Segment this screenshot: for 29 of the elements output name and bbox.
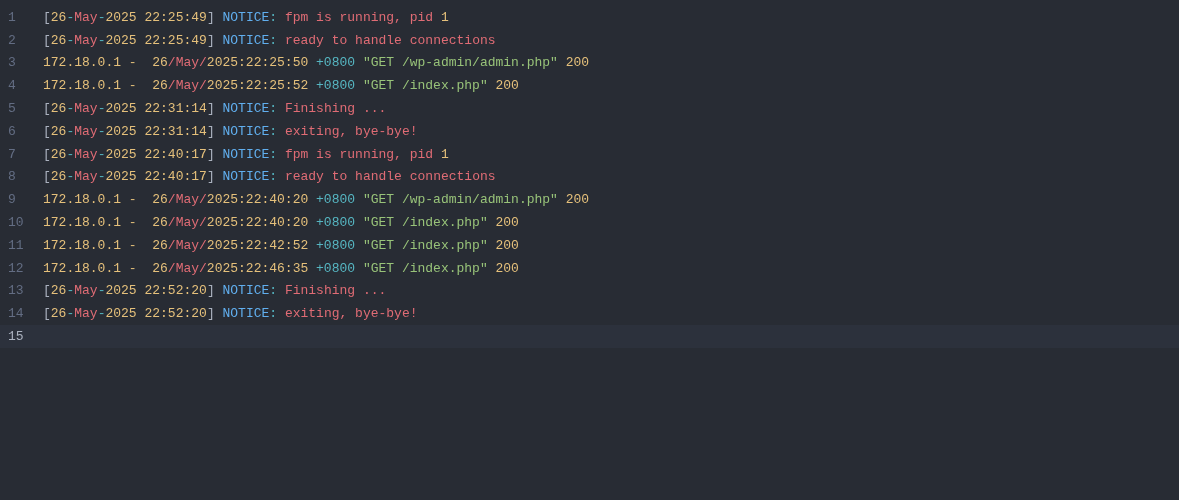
- log-line: 172.18.0.1 - 26/May/2025:22:25:52 +0800 "GET /index.php" 200: [43, 78, 519, 94]
- line-number: 12: [7, 260, 25, 276]
- log-line: 172.18.0.1 - 26/May/2025:22:46:35 +0800 "GET /index.php" 200: [43, 260, 519, 276]
- log-line: 172.18.0.1 - 26/May/2025:22:40:20 +0800 "GET /wp-admin/admin.php" 200: [43, 192, 590, 208]
- line-number: 2: [7, 32, 17, 48]
- line-number: 10: [7, 215, 25, 231]
- log-line: [26-May-2025 22:52:20] NOTICE: exiting, bye-bye!: [43, 306, 418, 322]
- line-number: 9: [7, 192, 17, 208]
- log-line: 172.18.0.1 - 26/May/2025:22:40:20 +0800 "GET /index.php" 200: [43, 215, 519, 231]
- line-number: 5: [7, 101, 17, 117]
- log-line: [26-May-2025 22:31:14] NOTICE: Finishing ...: [43, 101, 387, 117]
- line-number: 13: [7, 283, 25, 299]
- log-line: 172.18.0.1 - 26/May/2025:22:25:50 +0800 "GET /wp-admin/admin.php" 200: [43, 55, 590, 71]
- log-line: [26-May-2025 22:40:17] NOTICE: fpm is running, pid 1: [43, 146, 449, 162]
- log-line: [26-May-2025 22:25:49] NOTICE: ready to handle connections: [43, 32, 496, 48]
- line-number: 1: [7, 9, 17, 25]
- log-line: [26-May-2025 22:25:49] NOTICE: fpm is running, pid 1: [43, 9, 449, 25]
- line-number: 4: [7, 78, 17, 94]
- log-line: [26-May-2025 22:31:14] NOTICE: exiting, bye-bye!: [43, 123, 418, 139]
- line-number: 11: [7, 237, 25, 253]
- line-number: 8: [7, 169, 17, 185]
- line-number: 14: [7, 306, 25, 322]
- log-line: [26-May-2025 22:40:17] NOTICE: ready to handle connections: [43, 169, 496, 185]
- log-line: 172.18.0.1 - 26/May/2025:22:42:52 +0800 "GET /index.php" 200: [43, 237, 519, 253]
- line-number: 6: [7, 123, 17, 139]
- line-number: 15: [7, 329, 25, 345]
- line-number: 7: [7, 146, 17, 162]
- line-number: 3: [7, 55, 17, 71]
- log-line: [26-May-2025 22:52:20] NOTICE: Finishing ...: [43, 283, 387, 299]
